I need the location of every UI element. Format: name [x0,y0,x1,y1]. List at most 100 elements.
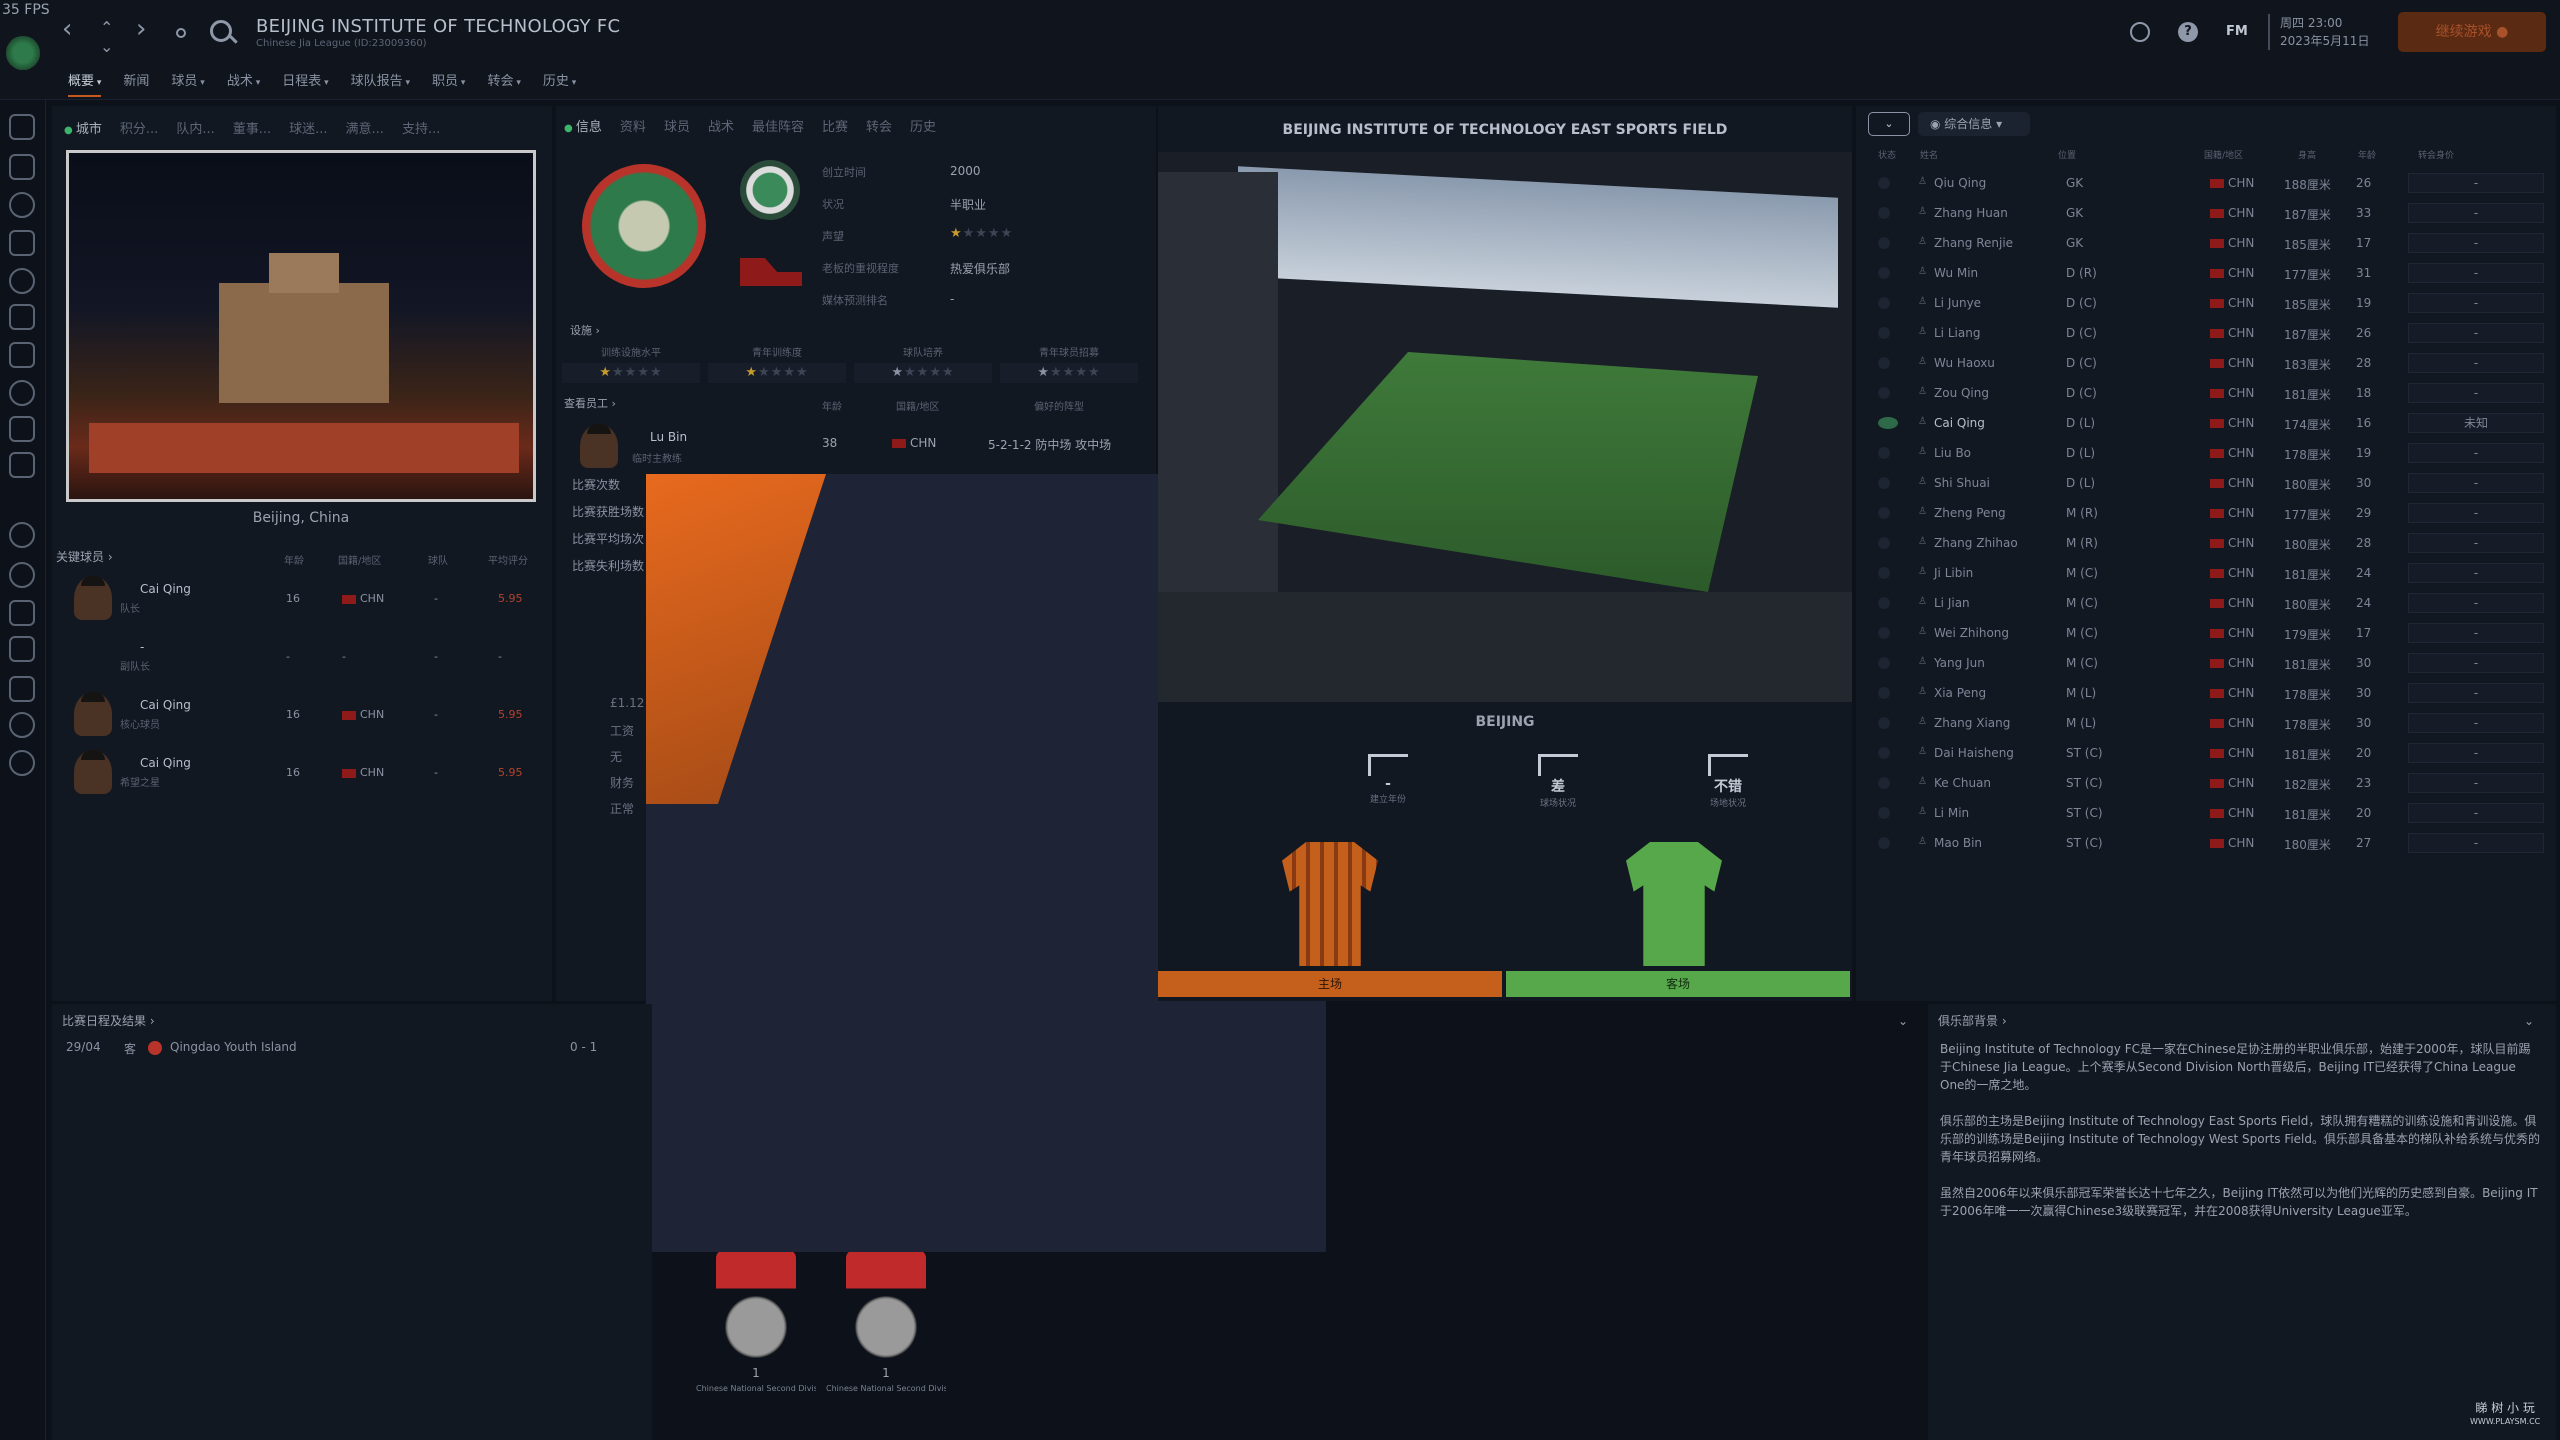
fixtures-title[interactable]: 比赛日程及结果 › [62,1012,155,1029]
squad-row[interactable]: ♙ Dai Haisheng ST (C) CHN 181厘米 20 - [1862,740,2552,768]
game-date[interactable]: 周四 23:00 2023年5月11日 [2268,14,2369,50]
player-name[interactable]: Li Min [1934,806,1969,820]
club-badge-icon[interactable] [6,36,40,70]
continue-button[interactable]: 继续游戏 ● [2398,12,2546,52]
player-name[interactable]: Ji Libin [1934,566,1973,580]
squad-row[interactable]: ♙ Xia Peng M (L) CHN 178厘米 30 - [1862,680,2552,708]
tab-support[interactable]: 支持... [402,118,440,137]
player-name[interactable]: Zhang Huan [1934,206,2008,220]
tab-mid-history[interactable]: 历史 [910,116,936,135]
tab-mid-transfers[interactable]: 转会 [866,116,892,135]
staff-title[interactable]: 查看员工 › [564,395,616,411]
sidebar-manager-icon[interactable] [9,750,35,776]
menu-schedule[interactable]: 日程表 [282,70,328,97]
squad-dropdown-button[interactable]: ⌄ [1868,112,1910,136]
key-player-row[interactable]: - 副队长 - - - - [56,628,546,682]
squad-header[interactable]: 转会身价 [2418,148,2454,161]
tab-matches[interactable]: 比赛 [822,116,848,135]
player-name[interactable]: Zou Qing [1934,386,1989,400]
club-subtitle[interactable]: Chinese Jia League (ID:23009360) [256,38,427,49]
player-name[interactable]: Qiu Qing [1934,176,1986,190]
squad-row[interactable]: ♙ Ji Libin M (C) CHN 181厘米 24 - [1862,560,2552,588]
sidebar-settings-icon[interactable] [9,522,35,548]
tab-board[interactable]: 董事... [233,118,271,137]
player-name[interactable]: Wu Min [1934,266,1978,280]
squad-header[interactable]: 姓名 [1920,148,1938,161]
sidebar-home-icon[interactable] [9,114,35,140]
sidebar-squad-icon[interactable] [9,192,35,218]
sidebar-dynamics-icon[interactable] [9,268,35,294]
tab-profile[interactable]: 资料 [620,116,646,135]
history-arrows-icon[interactable]: ⌃ ⌄ [100,18,113,56]
player-name[interactable]: Li Junye [1934,296,1981,310]
tab-fans[interactable]: 球迷... [289,118,327,137]
player-name[interactable]: Zheng Peng [1934,506,2006,520]
squad-row[interactable]: ♙ Liu Bo D (L) CHN 178厘米 19 - [1862,440,2552,468]
home-dot-icon[interactable] [176,28,186,38]
fixtures-collapse-icon[interactable]: ⌄ [1898,1014,1908,1028]
squad-row[interactable]: ♙ Li Jian M (C) CHN 180厘米 24 - [1862,590,2552,618]
player-name[interactable]: Dai Haisheng [1934,746,2014,760]
squad-row[interactable]: ♙ Li Liang D (C) CHN 187厘米 26 - [1862,320,2552,348]
sidebar-staff-icon[interactable] [9,380,35,406]
trophy-item[interactable]: 1 Chinese National Second Division Northe… [826,1250,946,1410]
facility-cell[interactable]: 球队培养 ★★★★★ [854,344,992,384]
squad-header[interactable]: 身高 [2298,148,2316,161]
player-name[interactable]: Wei Zhihong [1934,626,2009,640]
squad-row[interactable]: ♙ Li Junye D (C) CHN 185厘米 19 - [1862,290,2552,318]
squad-row[interactable]: ♙ Zheng Peng M (R) CHN 177厘米 29 - [1862,500,2552,528]
squad-header[interactable]: 位置 [2058,148,2076,161]
key-player-row[interactable]: Cai Qing 希望之星 16 CHN - 5.95 [56,744,546,798]
squad-row[interactable]: ♙ Mao Bin ST (C) CHN 180厘米 27 - [1862,830,2552,858]
player-name[interactable]: Cai Qing [1934,416,1985,430]
sidebar-training-icon[interactable] [9,416,35,442]
fm-logo[interactable]: FM [2226,24,2248,39]
menu-news[interactable]: 新闻 [123,70,149,97]
menu-history[interactable]: 历史 [543,70,576,97]
facilities-title[interactable]: 设施 › [570,322,600,338]
player-name[interactable]: Li Liang [1934,326,1980,340]
key-player-row[interactable]: Cai Qing 核心球员 16 CHN - 5.95 [56,686,546,740]
squad-row[interactable]: ♙ Li Min ST (C) CHN 181厘米 20 - [1862,800,2552,828]
tab-standings[interactable]: 积分... [120,118,158,137]
key-players-title[interactable]: 关键球员 › [56,548,113,565]
tab-mid-tactics[interactable]: 战术 [708,116,734,135]
player-name[interactable]: Xia Peng [1934,686,1986,700]
tab-satisfaction[interactable]: 满意... [346,118,384,137]
sidebar-dev-icon[interactable] [9,676,35,702]
sidebar-tactics-icon[interactable] [9,304,35,330]
help-icon[interactable]: ? [2178,22,2198,42]
forward-arrow-icon[interactable]: › [136,14,146,44]
fixture-row[interactable]: 29/04 客 Qingdao Youth Island 0 - 1 [62,1040,622,1064]
squad-row[interactable]: ♙ Zhang Huan GK CHN 187厘米 33 - [1862,200,2552,228]
staff-name[interactable]: Lu Bin [650,430,687,444]
player-name[interactable]: Wu Haoxu [1934,356,1995,370]
sidebar-report-icon[interactable] [9,230,35,256]
sidebar-transfers-icon[interactable] [9,600,35,626]
squad-row[interactable]: ♙ Yang Jun M (C) CHN 181厘米 30 - [1862,650,2552,678]
player-name[interactable]: Mao Bin [1934,836,1982,850]
tab-mid-players[interactable]: 球员 [664,116,690,135]
squad-row[interactable]: ♙ Zhang Renjie GK CHN 185厘米 17 - [1862,230,2552,258]
tab-info[interactable]: 信息 [564,116,602,135]
squad-row[interactable]: ♙ Qiu Qing GK CHN 188厘米 26 - [1862,170,2552,198]
player-name[interactable]: Yang Jun [1934,656,1985,670]
home-kit-bar[interactable]: 主场 [1158,971,1502,997]
sidebar-medical-icon[interactable] [9,452,35,478]
facility-cell[interactable]: 青年球员招募 ★★★★★ [1000,344,1138,384]
tab-city[interactable]: 城市 [64,118,102,137]
trophy-item[interactable]: 1 Chinese National Second Division [696,1250,816,1410]
player-name[interactable]: Ke Chuan [1934,776,1991,790]
sidebar-inbox-icon[interactable] [9,154,35,180]
globe-icon[interactable] [2130,22,2150,42]
squad-header[interactable]: 状态 [1878,148,1896,161]
menu-team-report[interactable]: 球队报告 [351,70,410,97]
player-name[interactable]: Liu Bo [1934,446,1971,460]
squad-row[interactable]: ♙ Wu Haoxu D (C) CHN 183厘米 28 - [1862,350,2552,378]
menu-staff[interactable]: 职员 [432,70,465,97]
history-collapse-icon[interactable]: ⌄ [2524,1014,2534,1028]
player-name[interactable]: Shi Shuai [1934,476,1990,490]
back-arrow-icon[interactable]: ‹ [62,14,72,44]
sidebar-analysis-icon[interactable] [9,342,35,368]
key-player-row[interactable]: Cai Qing 队长 16 CHN - 5.95 [56,570,546,624]
